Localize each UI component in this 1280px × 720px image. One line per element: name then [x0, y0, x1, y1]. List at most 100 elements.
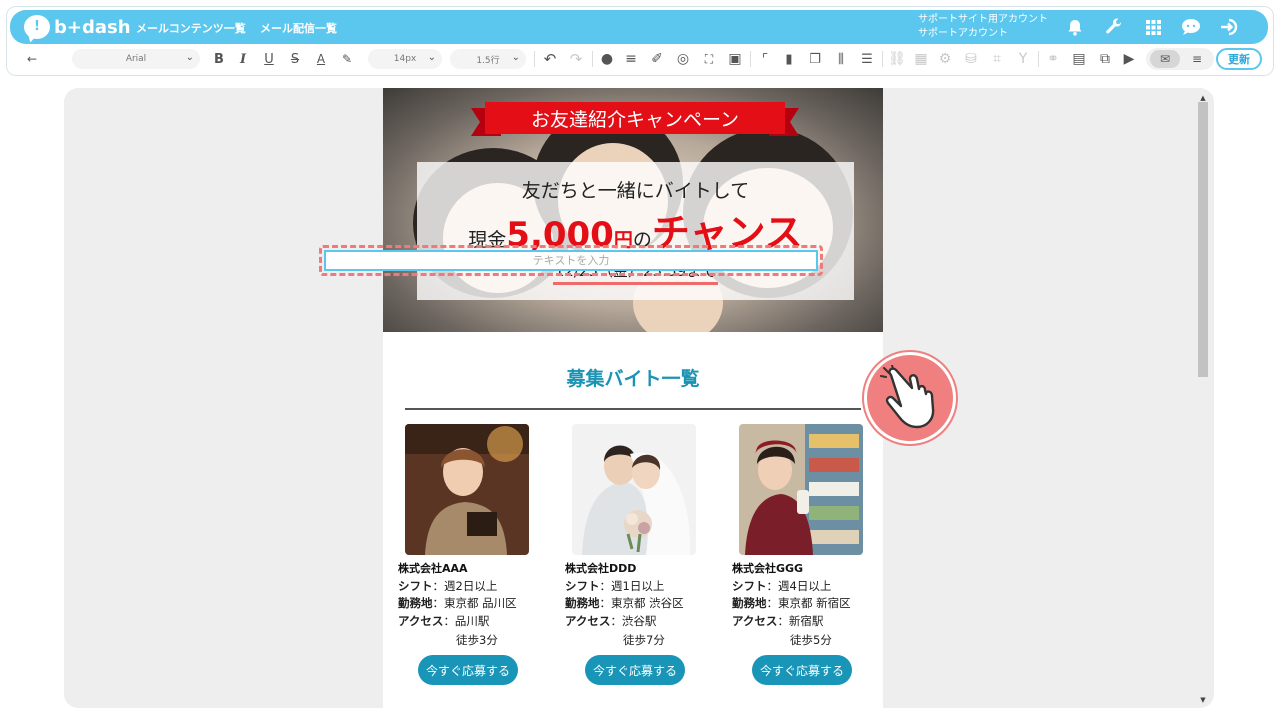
job-walk: 徒歩7分 — [623, 633, 665, 647]
job-location: 勤務地：東京都 新宿区 — [732, 596, 851, 610]
apply-button[interactable]: 今すぐ応募する — [418, 655, 518, 685]
job-shift: シフト：週4日以上 — [732, 579, 832, 593]
target-icon[interactable]: ◎ — [674, 48, 692, 70]
job-photo-waitress[interactable] — [405, 424, 529, 555]
database-icon[interactable]: ⛁ — [962, 48, 980, 70]
hero-image: お友達紹介キャンペーン 友だちと一緒にバイトして 現金5,000円のチャンス 1… — [383, 88, 883, 332]
top-navigation-bar: ! b+dash メールコンテンツ一覧 メール配信一覧 サポートサイト用アカウン… — [10, 10, 1268, 44]
toolbar-divider — [534, 51, 535, 67]
job-access: アクセス：新宿駅 — [732, 614, 824, 628]
job-location: 勤務地：東京都 品川区 — [398, 596, 517, 610]
align-left-icon[interactable]: ≡ — [622, 48, 640, 70]
chevron-down-icon: ⌄ — [511, 52, 520, 63]
undo-icon[interactable]: ↶ — [540, 48, 560, 70]
email-preview: お友達紹介キャンペーン 友だちと一緒にバイトして 現金5,000円のチャンス 1… — [383, 88, 883, 708]
grid-icon[interactable] — [1142, 16, 1164, 38]
italic-icon[interactable]: I — [234, 48, 252, 70]
image-icon[interactable]: ▣ — [726, 48, 744, 70]
font-family-select[interactable]: Arial ⌄ — [72, 49, 200, 69]
logo-bubble-icon: ! — [24, 15, 50, 39]
job-shift: シフト：週2日以上 — [398, 579, 498, 593]
job-walk: 徒歩5分 — [790, 633, 832, 647]
support-icon[interactable] — [1180, 16, 1202, 38]
job-company: 株式会社AAA — [398, 562, 468, 575]
toolbar-divider — [882, 51, 883, 67]
nav-mail-deliveries[interactable]: メール配信一覧 — [260, 20, 337, 36]
job-shift: シフト：週1日以上 — [565, 579, 665, 593]
section-title[interactable]: 募集バイト一覧 — [383, 364, 883, 391]
job-company: 株式会社DDD — [565, 562, 637, 575]
mail-view-icon[interactable]: ✉ — [1150, 50, 1180, 68]
banner-text: お友達紹介キャンペーン — [485, 102, 785, 134]
logo-text: b+dash — [54, 16, 131, 38]
contact-card-icon[interactable]: ▤ — [1070, 48, 1088, 70]
back-arrow-icon[interactable]: ← — [22, 48, 42, 70]
crop-icon[interactable]: ⌜ — [756, 48, 774, 70]
unlink-icon[interactable]: ⚭ — [1044, 48, 1062, 70]
wrench-icon[interactable] — [1103, 16, 1125, 38]
font-size-select[interactable]: 14px ⌄ — [368, 49, 442, 69]
account-site: サポートサイト用アカウント — [918, 14, 1048, 25]
code-icon[interactable]: ⌗ — [988, 48, 1006, 70]
selected-text-block[interactable]: テキストを入力 — [319, 245, 823, 276]
apply-button[interactable]: 今すぐ応募する — [585, 655, 685, 685]
trash-icon[interactable]: ▮ — [780, 48, 798, 70]
logo[interactable]: ! b+dash — [24, 14, 131, 40]
view-mode-toggle: ✉ ≡ — [1146, 48, 1214, 70]
highlight-icon[interactable]: ✎ — [338, 48, 356, 70]
job-photo-wedding[interactable] — [572, 424, 696, 555]
line-height-select[interactable]: 1.5行 ⌄ — [450, 49, 526, 69]
palette-icon[interactable]: ● — [598, 48, 616, 70]
toolbar-divider — [750, 51, 751, 67]
bold-icon[interactable]: B — [210, 48, 228, 70]
editor-canvas: お友達紹介キャンペーン 友だちと一緒にバイトして 現金5,000円のチャンス 1… — [64, 88, 1214, 708]
hero-line1: 友だちと一緒にバイトして — [521, 180, 750, 202]
template-icon[interactable]: ⧉ — [1094, 48, 1116, 70]
section-divider — [405, 408, 861, 410]
logout-icon[interactable] — [1218, 16, 1240, 38]
pointer-hand-callout — [864, 352, 956, 444]
gears-icon[interactable]: ⚙ — [936, 48, 954, 70]
font-size-value: 14px — [393, 54, 417, 64]
job-walk: 徒歩3分 — [456, 633, 498, 647]
strikethrough-icon[interactable]: S — [286, 48, 304, 70]
job-company: 株式会社GGG — [732, 562, 804, 575]
font-family-value: Arial — [125, 54, 147, 64]
job-photo-store-clerk[interactable] — [739, 424, 863, 555]
copy-icon[interactable]: ❐ — [806, 48, 824, 70]
rows-icon[interactable]: ☰ — [858, 48, 876, 70]
calendar-icon[interactable]: ▦ — [912, 48, 930, 70]
campaign-banner[interactable]: お友達紹介キャンペーン — [471, 102, 799, 136]
fullscreen-icon[interactable]: ⛶ — [700, 48, 718, 70]
editor-toolbar: ← Arial ⌄ B I U S A ✎ 14px ⌄ 1.5行 ⌄ ↶ ↷ ● ≡… — [10, 48, 1268, 72]
branch-icon[interactable]: Y — [1014, 48, 1032, 70]
toolbar-divider — [592, 51, 593, 67]
video-icon[interactable]: ▶ — [1120, 48, 1138, 70]
pen-icon[interactable]: ✐ — [648, 48, 666, 70]
link-icon[interactable]: ⛓ — [888, 48, 906, 70]
scroll-up-icon[interactable]: ▲ — [1198, 94, 1208, 102]
redo-icon[interactable]: ↷ — [566, 48, 586, 70]
scrollbar-thumb[interactable] — [1198, 102, 1208, 377]
scroll-down-icon[interactable]: ▼ — [1198, 696, 1208, 704]
job-access: アクセス：品川駅 — [398, 614, 490, 628]
text-view-icon[interactable]: ≡ — [1182, 50, 1212, 68]
bell-icon[interactable] — [1064, 16, 1086, 38]
apply-button[interactable]: 今すぐ応募する — [752, 655, 852, 685]
hand-pointer-icon — [880, 365, 935, 429]
toolbar-divider — [1038, 51, 1039, 67]
text-input[interactable]: テキストを入力 — [324, 250, 818, 271]
chevron-down-icon: ⌄ — [185, 52, 194, 63]
update-button[interactable]: 更新 — [1216, 48, 1262, 70]
line-height-value: 1.5行 — [476, 55, 500, 66]
columns-icon[interactable]: ⫼ — [832, 48, 850, 70]
hero-panel[interactable]: 友だちと一緒にバイトして 現金5,000円のチャンス 12/25（金）23:59… — [417, 162, 854, 300]
vertical-scrollbar[interactable]: ▲ ▼ — [1196, 94, 1208, 704]
chevron-down-icon: ⌄ — [427, 52, 436, 63]
text-color-icon[interactable]: A — [312, 48, 330, 70]
underline-icon[interactable]: U — [260, 48, 278, 70]
account-info[interactable]: サポートサイト用アカウント サポートアカウント — [918, 13, 1048, 41]
nav-mail-contents[interactable]: メールコンテンツ一覧 — [136, 20, 246, 36]
job-location: 勤務地：東京都 渋谷区 — [565, 596, 684, 610]
job-access: アクセス：渋谷駅 — [565, 614, 657, 628]
